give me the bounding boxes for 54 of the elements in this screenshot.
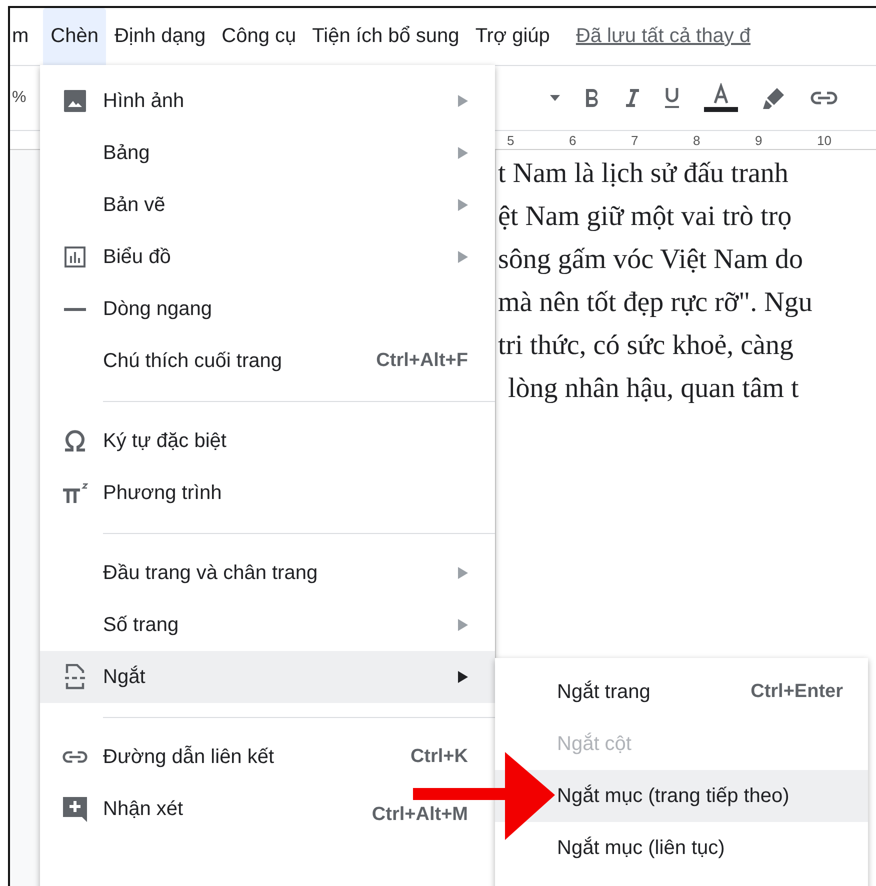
menu-option[interactable]: Biểu đồ xyxy=(40,231,495,283)
menu-option[interactable]: Hình ảnh xyxy=(40,75,495,127)
ruler-number: 6 xyxy=(569,132,578,148)
menu-item[interactable]: Tiện ích bổ sung xyxy=(304,14,468,60)
shortcut-text: Ctrl+Enter xyxy=(750,681,843,703)
ruler-number: 7 xyxy=(631,132,640,148)
menu-option[interactable]: Ký tự đặc biệt xyxy=(40,415,495,467)
document-text: sông gấm vóc Việt Nam do xyxy=(498,243,803,277)
document-text: ệt Nam giữ một vai trò trọ xyxy=(498,200,792,234)
bold-icon[interactable] xyxy=(584,88,600,108)
menu-option[interactable]: Dòng ngang xyxy=(40,283,495,335)
page-break-icon xyxy=(63,664,87,690)
menu-item[interactable]: Công cụ xyxy=(214,14,304,60)
menu-option[interactable]: Bảng xyxy=(40,127,495,179)
menu-option[interactable]: Nhận xét Ctrl+Alt+M xyxy=(40,783,495,835)
menu-option[interactable]: Đường dẫn liên kết Ctrl+K xyxy=(40,731,495,783)
menu-item[interactable]: Chèn xyxy=(42,8,106,65)
add-comment-icon xyxy=(62,796,88,822)
menu-option[interactable]: Số trang xyxy=(40,599,495,651)
menu-option[interactable]: Ngắt xyxy=(40,651,495,703)
italic-icon[interactable] xyxy=(624,88,640,108)
underline-icon[interactable] xyxy=(664,87,680,109)
shortcut-text: Ctrl+K xyxy=(410,746,468,768)
submenu-option[interactable]: Ngắt mục (trang tiếp theo) xyxy=(495,770,868,822)
horizontal-line-icon xyxy=(64,308,86,310)
menu-option[interactable]: Đầu trang và chân trang xyxy=(40,547,495,599)
submenu-option[interactable]: Ngắt trang Ctrl+Enter xyxy=(495,666,868,718)
document-text: tri thức, có sức khoẻ, càng xyxy=(498,329,794,363)
document-text: mà nên tốt đẹp rực rỡ". Ngu xyxy=(498,286,812,320)
text-color-icon[interactable] xyxy=(704,83,738,113)
zoom-value: % xyxy=(12,89,26,107)
ruler-number: 9 xyxy=(755,132,764,148)
caret-icon[interactable] xyxy=(550,95,560,101)
save-status-link[interactable]: Đã lưu tất cả thay đ xyxy=(576,25,751,48)
pi-squared-icon xyxy=(62,482,88,504)
menu-item[interactable]: Định dạng xyxy=(106,14,214,60)
submenu-option[interactable]: Ngắt mục (liên tục) xyxy=(495,822,868,874)
shortcut-text: Ctrl+Alt+M xyxy=(372,804,468,826)
document-text: t Nam là lịch sử đấu tranh xyxy=(498,157,788,191)
menu-item[interactable]: Trợ giúp xyxy=(467,14,558,60)
link-icon xyxy=(62,750,88,764)
document-text: lòng nhân hậu, quan tâm t xyxy=(508,372,799,406)
menu-option[interactable]: Chú thích cuối trang Ctrl+Alt+F xyxy=(40,335,495,387)
menu-option[interactable]: Phương trình xyxy=(40,467,495,519)
chart-icon xyxy=(64,246,86,268)
link-icon[interactable] xyxy=(810,91,838,105)
omega-icon xyxy=(63,430,87,452)
ruler-number: 8 xyxy=(693,132,702,148)
menu-item[interactable]: m xyxy=(10,14,37,60)
ruler-number: 5 xyxy=(507,132,516,148)
shortcut-text: Ctrl+Alt+F xyxy=(376,350,468,372)
menu-option[interactable]: Bản vẽ xyxy=(40,179,495,231)
image-icon xyxy=(63,89,87,113)
highlighter-icon[interactable] xyxy=(762,86,786,110)
